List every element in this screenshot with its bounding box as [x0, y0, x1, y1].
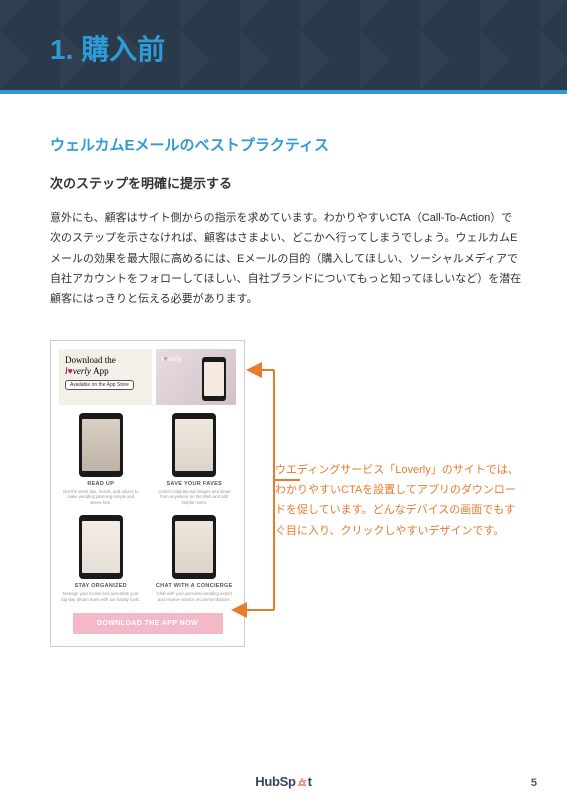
mock-hero-left: Download the l♥verly App Available on th… [59, 349, 152, 405]
appstore-badge: Available on the App Store [65, 380, 134, 390]
phone-icon [202, 357, 226, 401]
hero-line1: Download the [65, 355, 116, 365]
phone-brand-post: verly [168, 355, 182, 363]
body-text: 意外にも、顧客はサイト側からの指示を求めています。わかりやすいCTA（Call-… [50, 208, 522, 310]
page-header: 1. 購入前 [0, 0, 567, 90]
annotation-text: ウエディングサービス「Loverly」のサイトでは、わかりやすいCTAを設置して… [275, 340, 522, 541]
hero-brand-post: verly [73, 366, 91, 376]
mock-subtext: Get the latest tips, trends, and advice … [59, 489, 143, 506]
phone-thumb-icon [79, 413, 123, 477]
section-subtitle: 次のステップを明確に提示する [50, 173, 522, 192]
mock-grid: READ UP Get the latest tips, trends, and… [59, 413, 236, 603]
mock-hero-right: l♥verly [156, 349, 237, 405]
mock-subtext: Manage your to-dos and assemble your big… [59, 591, 143, 602]
mock-hero: Download the l♥verly App Available on th… [59, 349, 236, 405]
phone-thumb-icon [79, 515, 123, 579]
logo-post: t [308, 774, 312, 789]
mock-cell: CHAT WITH A CONCIERGE Chat with your per… [153, 515, 237, 602]
mock-caption: STAY ORGANIZED [59, 583, 143, 589]
hero-app-suffix: App [93, 366, 109, 376]
page-title: 1. 購入前 [0, 0, 567, 68]
footer: HubSpt [0, 774, 567, 789]
phone-thumb-icon [172, 515, 216, 579]
mock-cell: SAVE YOUR FAVES Collect inspirational im… [153, 413, 237, 506]
phone-thumb-icon [172, 413, 216, 477]
example-row: Download the l♥verly App Available on th… [50, 340, 522, 647]
example-screenshot: Download the l♥verly App Available on th… [50, 340, 245, 647]
sprocket-icon [297, 778, 307, 788]
mock-cell: STAY ORGANIZED Manage your to-dos and as… [59, 515, 143, 602]
mock-cell: READ UP Get the latest tips, trends, and… [59, 413, 143, 506]
mock-cta-button: DOWNLOAD THE APP NOW [73, 613, 223, 634]
content: ウェルカムEメールのベストプラクティス 次のステップを明確に提示する 意外にも、… [0, 94, 567, 647]
mock-subtext: Chat with your personal wedding expert a… [153, 591, 237, 602]
mock-caption: SAVE YOUR FAVES [153, 481, 237, 487]
logo-pre: HubSp [255, 774, 295, 789]
page-number: 5 [531, 777, 537, 789]
mock-caption: CHAT WITH A CONCIERGE [153, 583, 237, 589]
mock-caption: READ UP [59, 481, 143, 487]
mock-subtext: Collect inspirational images and ideas f… [153, 489, 237, 506]
hubspot-logo: HubSpt [255, 774, 311, 789]
section-title: ウェルカムEメールのベストプラクティス [50, 134, 522, 155]
